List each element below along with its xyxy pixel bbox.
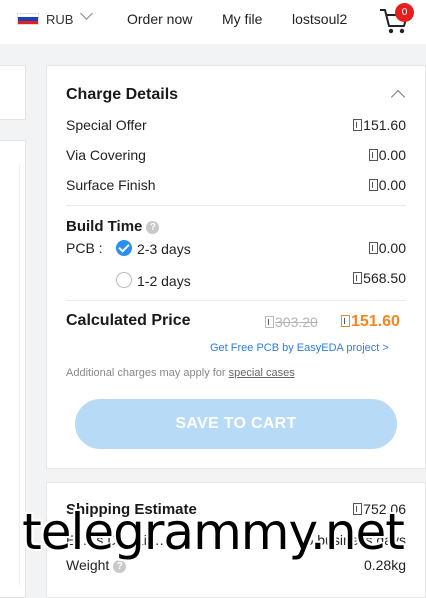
- divider: [66, 300, 406, 301]
- left-panel-card: [0, 65, 26, 120]
- via-covering-value: 0.00: [320, 147, 406, 163]
- radio-1-2-days[interactable]: [116, 272, 132, 288]
- watermark-text: telegrammy.net: [22, 503, 405, 561]
- nav-user-account[interactable]: lostsoul2: [292, 11, 347, 27]
- special-offer-value: 151.60: [320, 117, 406, 133]
- additional-charges-note: Additional charges may apply for special…: [66, 367, 295, 379]
- nav-order-now[interactable]: Order now: [127, 11, 192, 27]
- divider: [66, 205, 406, 206]
- special-offer-label: Special Offer: [66, 117, 147, 133]
- special-cases-link[interactable]: special cases: [229, 367, 295, 379]
- nav-my-file[interactable]: My file: [222, 11, 262, 27]
- save-to-cart-button[interactable]: SAVE TO CART: [75, 399, 397, 449]
- ruble-symbol-icon: [341, 315, 350, 327]
- discounted-price: 151.60: [341, 313, 400, 331]
- top-navigation-bar: RUB Order now My file lostsoul2 0: [0, 0, 426, 44]
- via-covering-label: Via Covering: [66, 147, 146, 163]
- surface-finish-label: Surface Finish: [66, 177, 156, 193]
- original-price: 303.20: [265, 314, 318, 330]
- option-2-3-days-label[interactable]: 2-3 days: [137, 241, 191, 257]
- ruble-symbol-icon: [353, 272, 363, 284]
- help-icon[interactable]: ?: [146, 221, 160, 234]
- ruble-symbol-icon: [265, 316, 274, 328]
- option-1-2-days-price: 568.50: [320, 270, 406, 286]
- currency-selector[interactable]: RUB: [46, 12, 73, 27]
- radio-2-3-days[interactable]: [116, 240, 132, 256]
- calculated-price-label: Calculated Price: [66, 312, 191, 329]
- build-time-title: Build Time?: [66, 218, 160, 235]
- cart-count-badge: 0: [395, 3, 414, 22]
- chevron-down-icon[interactable]: [80, 7, 93, 20]
- russia-flag-icon[interactable]: [17, 13, 39, 25]
- ruble-symbol-icon: [353, 119, 363, 131]
- option-2-3-days-price: 0.00: [320, 240, 406, 256]
- option-1-2-days-label[interactable]: 1-2 days: [137, 273, 191, 289]
- free-pcb-link[interactable]: Get Free PCB by EasyEDA project >: [210, 342, 389, 354]
- surface-finish-value: 0.00: [320, 177, 406, 193]
- ruble-symbol-icon: [368, 149, 378, 161]
- ruble-symbol-icon: [368, 179, 378, 191]
- help-icon[interactable]: ?: [113, 560, 127, 573]
- charge-details-title: Charge Details: [66, 86, 179, 103]
- pcb-label: PCB :: [66, 240, 103, 256]
- ruble-symbol-icon: [368, 242, 378, 254]
